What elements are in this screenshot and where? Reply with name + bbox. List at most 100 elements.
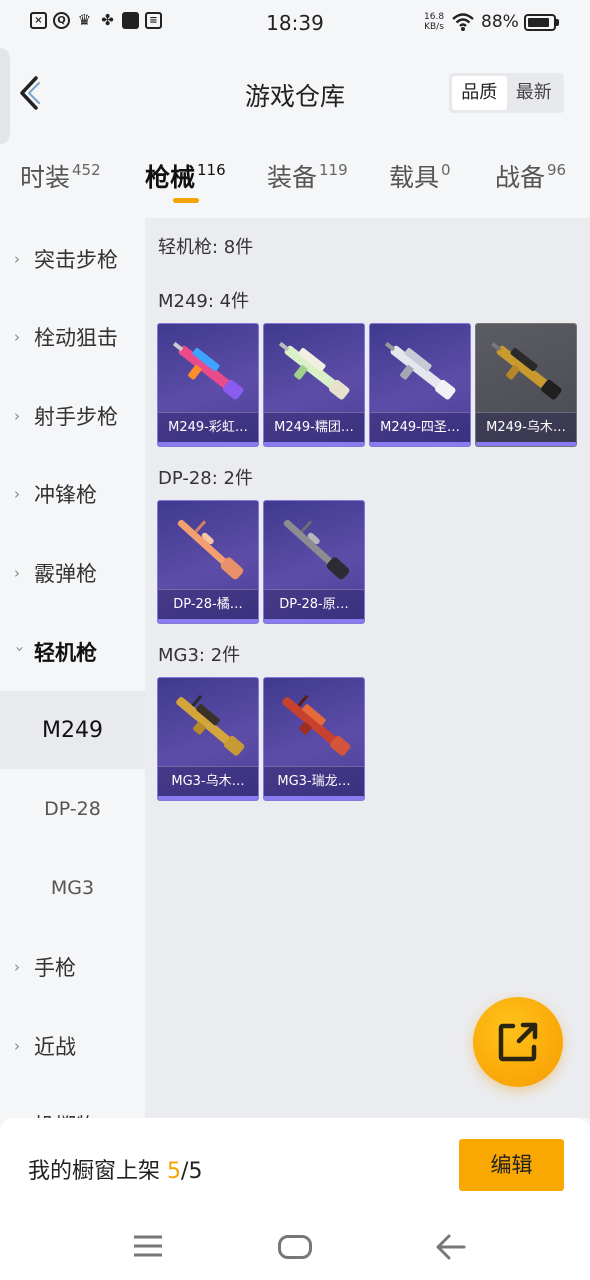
sidebar-subitem-mg3[interactable]: MG3: [0, 849, 145, 927]
rifle-skin-image: [283, 519, 350, 580]
tab-count: 96: [547, 161, 567, 179]
showcase-bar: 我的橱窗上架 5/5 编辑: [0, 1118, 590, 1216]
tab-equipment[interactable]: 装备 119: [267, 158, 348, 194]
weapon-card[interactable]: M249-四圣…: [369, 323, 471, 447]
tab-label: 时装: [20, 163, 71, 192]
sidebar-item-label: 轻机枪: [34, 641, 97, 665]
chevron-right-icon: ›: [14, 485, 20, 503]
sort-quality-option[interactable]: 品质: [452, 76, 507, 110]
rifle-skin-image: [282, 694, 351, 756]
battery-tip: [556, 19, 559, 26]
rifle-skin-image: [384, 341, 456, 400]
sidebar-item-label: 手枪: [34, 956, 76, 980]
sidebar-item-label: 突击步枪: [34, 248, 118, 272]
rarity-bar: [264, 442, 364, 446]
sidebar-item-throwables[interactable]: ›投掷物: [0, 1086, 145, 1118]
tab-label: 装备: [267, 163, 318, 192]
chevron-right-icon: ›: [14, 250, 20, 268]
rifle-skin-image: [490, 341, 562, 400]
sidebar-item-shotgun[interactable]: › 霰弹枪: [0, 534, 145, 612]
group-title-m249: M249: 4件: [158, 291, 250, 312]
sidebar-item-smg[interactable]: › 冲锋枪: [0, 455, 145, 533]
weapon-card[interactable]: M249-彩虹…: [157, 323, 259, 447]
sidebar-item-assault-rifle[interactable]: › 突击步枪: [0, 220, 145, 298]
sort-toggle[interactable]: 品质 最新: [449, 73, 564, 113]
wifi-icon: [452, 13, 474, 31]
net-speed: 16.8 KB/s: [424, 12, 444, 32]
showcase-label: 我的橱窗上架: [28, 1159, 161, 1184]
menu-icon[interactable]: [133, 1234, 163, 1258]
sidebar-item-label: 冲锋枪: [34, 483, 97, 507]
sidebar-item-label: 投掷物: [34, 1110, 97, 1118]
rifle-skin-image: [172, 341, 244, 400]
sidebar-item-melee[interactable]: › 近战: [0, 1007, 145, 1085]
system-nav-bar: [0, 1216, 590, 1280]
net-speed-unit: KB/s: [424, 22, 444, 32]
rifle-skin-image: [177, 519, 244, 580]
rifle-skin-image: [278, 341, 350, 400]
status-bar: × Q ♛ ✤ ≡ 18:39 16.8 KB/s 88%: [0, 0, 590, 46]
showcase-max-count: 5: [188, 1159, 203, 1184]
weapon-card-name: MG3-乌木…: [158, 766, 258, 796]
category-total: 轻机枪: 8件: [158, 237, 254, 258]
sidebar-item-marksman-rifle[interactable]: › 射手步枪: [0, 377, 145, 455]
tab-fashion[interactable]: 时装 452: [20, 158, 101, 194]
sidebar-item-label: 射手步枪: [34, 405, 118, 429]
weapon-grid-panel: 轻机枪: 8件 M249: 4件 M249-彩虹… M249-糯团… M249-…: [145, 218, 590, 1118]
sidebar-item-label: 栓动狙击: [34, 326, 118, 350]
weapon-card[interactable]: M249-糯团…: [263, 323, 365, 447]
weapon-card[interactable]: DP-28-橘…: [157, 500, 259, 624]
chevron-right-icon: ›: [14, 1037, 20, 1055]
tab-count: 0: [441, 161, 451, 179]
weapon-card[interactable]: MG3-瑞龙…: [263, 677, 365, 801]
tab-count: 119: [319, 161, 348, 179]
rarity-bar: [158, 796, 258, 800]
weapon-card[interactable]: DP-28-原…: [263, 500, 365, 624]
sidebar-item-pistol[interactable]: › 手枪: [0, 928, 145, 1006]
sidebar-subitem-m249[interactable]: M249: [0, 691, 145, 769]
sidebar-subitem-dp28[interactable]: DP-28: [0, 770, 145, 848]
rarity-bar: [158, 619, 258, 623]
sidebar-item-bolt-sniper[interactable]: › 栓动狙击: [0, 298, 145, 376]
share-button[interactable]: [473, 997, 563, 1087]
tab-tactical[interactable]: 战备 96: [495, 158, 566, 194]
chevron-right-icon: ›: [14, 328, 20, 346]
weapon-card-name: MG3-瑞龙…: [264, 766, 364, 796]
showcase-current-count: 5: [167, 1159, 182, 1184]
back-icon[interactable]: [436, 1232, 466, 1262]
tab-firearms[interactable]: 枪械 116: [145, 158, 226, 194]
sidebar-item-label: 近战: [34, 1035, 76, 1059]
weapon-type-sidebar: › 突击步枪 › 栓动狙击 › 射手步枪 › 冲锋枪 › 霰弹枪 › 轻机枪 M249 DP…: [0, 218, 145, 1118]
sidebar-item-lmg[interactable]: › 轻机枪: [0, 613, 145, 691]
battery-fill: [528, 18, 550, 27]
chevron-right-icon: ›: [14, 958, 20, 976]
chevron-right-icon: ›: [14, 564, 20, 582]
external-link-icon: [498, 1022, 538, 1062]
rarity-bar: [158, 442, 258, 446]
battery-icon: [524, 14, 556, 31]
edit-showcase-button[interactable]: 编辑: [459, 1139, 564, 1191]
chevron-down-icon: ›: [11, 646, 29, 652]
weapon-card-name: M249-糯团…: [264, 412, 364, 442]
sidebar-item-label: 霰弹枪: [34, 562, 97, 586]
tab-label: 枪械: [145, 163, 196, 192]
battery-percent: 88%: [481, 12, 519, 32]
weapon-card-name: M249-彩虹…: [158, 412, 258, 442]
weapon-card-name: DP-28-橘…: [158, 589, 258, 619]
home-icon[interactable]: [278, 1235, 312, 1259]
weapon-card-name: DP-28-原…: [264, 589, 364, 619]
tab-vehicles[interactable]: 载具 0: [389, 158, 451, 194]
rarity-bar: [476, 442, 576, 446]
rifle-skin-image: [176, 694, 245, 756]
tab-label: 载具: [389, 163, 440, 192]
group-title-dp28: DP-28: 2件: [158, 468, 253, 489]
net-speed-value: 16.8: [424, 12, 445, 22]
tab-count: 452: [72, 161, 101, 179]
weapon-card[interactable]: M249-乌木…: [475, 323, 577, 447]
chevron-right-icon: ›: [14, 407, 20, 425]
weapon-card-name: M249-四圣…: [370, 412, 470, 442]
weapon-card[interactable]: MG3-乌木…: [157, 677, 259, 801]
sort-newest-option[interactable]: 最新: [507, 76, 562, 110]
group-title-mg3: MG3: 2件: [158, 645, 241, 666]
weapon-card-name: M249-乌木…: [476, 412, 576, 442]
